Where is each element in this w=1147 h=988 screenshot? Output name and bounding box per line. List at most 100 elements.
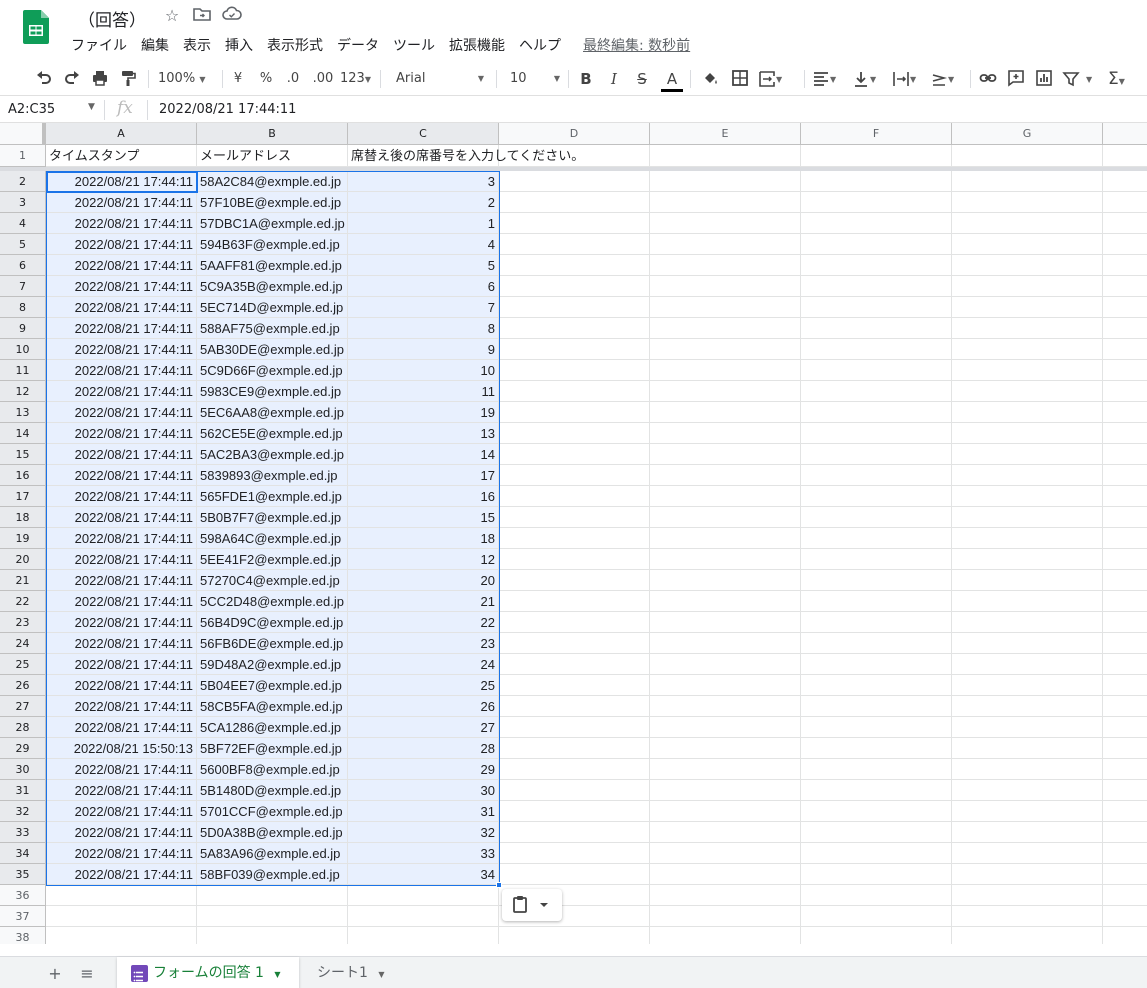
table-cell[interactable] (650, 213, 801, 234)
table-cell[interactable] (952, 843, 1103, 864)
table-cell[interactable] (952, 213, 1103, 234)
row-header[interactable]: 18 (0, 507, 46, 528)
table-cell[interactable]: 4 (348, 234, 499, 255)
table-cell[interactable]: 2022/08/21 17:44:11 (46, 843, 197, 864)
table-cell[interactable]: 11 (348, 381, 499, 402)
table-cell[interactable] (499, 171, 650, 192)
table-cell[interactable]: 21 (348, 591, 499, 612)
table-cell[interactable] (650, 906, 801, 927)
formula-input[interactable]: 2022/08/21 17:44:11 (159, 102, 296, 117)
table-cell[interactable] (801, 549, 952, 570)
table-cell[interactable] (952, 864, 1103, 885)
table-cell[interactable] (801, 381, 952, 402)
table-cell[interactable]: 58CB5FA@exmple.ed.jp (197, 696, 348, 717)
table-cell[interactable] (499, 528, 650, 549)
table-cell[interactable] (650, 318, 801, 339)
column-header-partial[interactable] (1103, 123, 1147, 145)
table-cell[interactable] (348, 885, 499, 906)
table-cell[interactable] (499, 465, 650, 486)
table-cell[interactable] (1103, 423, 1147, 444)
header-cell[interactable]: メールアドレス (197, 145, 348, 167)
table-cell[interactable]: 20 (348, 570, 499, 591)
row-header[interactable]: 1 (0, 145, 46, 167)
table-cell[interactable] (499, 633, 650, 654)
table-cell[interactable] (801, 822, 952, 843)
table-cell[interactable]: 10 (348, 360, 499, 381)
bold-button[interactable]: B (576, 69, 596, 89)
table-cell[interactable]: 594B63F@exmple.ed.jp (197, 234, 348, 255)
table-cell[interactable] (952, 318, 1103, 339)
table-cell[interactable] (801, 843, 952, 864)
table-cell[interactable] (499, 927, 650, 944)
table-cell[interactable] (650, 885, 801, 906)
table-cell[interactable] (650, 864, 801, 885)
table-cell[interactable] (650, 360, 801, 381)
table-cell[interactable]: 5D0A38B@exmple.ed.jp (197, 822, 348, 843)
row-header[interactable]: 19 (0, 528, 46, 549)
sheets-logo-icon[interactable] (23, 10, 49, 44)
table-cell[interactable] (499, 570, 650, 591)
row-header[interactable]: 32 (0, 801, 46, 822)
row-header[interactable]: 9 (0, 318, 46, 339)
row-header[interactable]: 12 (0, 381, 46, 402)
table-cell[interactable] (499, 486, 650, 507)
table-cell[interactable] (801, 465, 952, 486)
header-cell[interactable]: 席替え後の席番号を入力してください。 (348, 145, 584, 167)
table-cell[interactable]: 9 (348, 339, 499, 360)
table-cell[interactable]: 5A83A96@exmple.ed.jp (197, 843, 348, 864)
menu-insert[interactable]: 挿入 (225, 35, 253, 55)
table-cell[interactable] (650, 255, 801, 276)
table-cell[interactable]: 2022/08/21 17:44:11 (46, 528, 197, 549)
column-header-g[interactable]: G (952, 123, 1103, 145)
table-cell[interactable] (499, 255, 650, 276)
table-cell[interactable] (1103, 906, 1147, 927)
table-cell[interactable] (952, 276, 1103, 297)
table-cell[interactable] (801, 360, 952, 381)
table-cell[interactable] (952, 528, 1103, 549)
row-header[interactable]: 13 (0, 402, 46, 423)
table-cell[interactable] (1103, 318, 1147, 339)
table-cell[interactable]: 56B4D9C@exmple.ed.jp (197, 612, 348, 633)
table-cell[interactable] (952, 423, 1103, 444)
table-cell[interactable]: 58BF039@exmple.ed.jp (197, 864, 348, 885)
table-cell[interactable]: 2022/08/21 17:44:11 (46, 360, 197, 381)
table-cell[interactable]: 2022/08/21 17:44:11 (46, 822, 197, 843)
table-cell[interactable] (952, 465, 1103, 486)
table-cell[interactable] (952, 381, 1103, 402)
table-cell[interactable] (801, 276, 952, 297)
row-header[interactable]: 5 (0, 234, 46, 255)
table-cell[interactable] (952, 612, 1103, 633)
table-cell[interactable] (1103, 864, 1147, 885)
table-cell[interactable]: 5B1480D@exmple.ed.jp (197, 780, 348, 801)
text-wrap-icon[interactable]: ▼ (892, 69, 926, 89)
table-cell[interactable]: 2022/08/21 17:44:11 (46, 864, 197, 885)
table-cell[interactable] (197, 885, 348, 906)
table-cell[interactable] (499, 507, 650, 528)
font-select[interactable]: Arial ▼ (396, 69, 488, 89)
sheet-tab-sheet1[interactable]: シート1 ▼ (307, 957, 399, 988)
table-cell[interactable] (801, 864, 952, 885)
table-cell[interactable] (499, 444, 650, 465)
table-cell[interactable] (650, 843, 801, 864)
more-formats-button[interactable]: 123▼ (340, 69, 374, 89)
table-cell[interactable] (1103, 696, 1147, 717)
table-cell[interactable] (952, 549, 1103, 570)
table-cell[interactable]: 5B0B7F7@exmple.ed.jp (197, 507, 348, 528)
percent-format-button[interactable]: % (258, 69, 274, 89)
table-cell[interactable] (1103, 360, 1147, 381)
table-cell[interactable]: 2022/08/21 17:44:11 (46, 759, 197, 780)
table-cell[interactable]: 18 (348, 528, 499, 549)
table-cell[interactable]: 2022/08/21 15:50:13 (46, 738, 197, 759)
row-header[interactable]: 3 (0, 192, 46, 213)
table-cell[interactable] (1103, 570, 1147, 591)
table-cell[interactable]: 1 (348, 213, 499, 234)
table-cell[interactable]: 32 (348, 822, 499, 843)
table-cell[interactable]: 2022/08/21 17:44:11 (46, 633, 197, 654)
table-cell[interactable]: 2022/08/21 17:44:11 (46, 192, 197, 213)
table-cell[interactable] (801, 738, 952, 759)
table-cell[interactable]: 5701CCF@exmple.ed.jp (197, 801, 348, 822)
font-size-select[interactable]: 10 ▼ (510, 69, 562, 89)
table-cell[interactable] (650, 801, 801, 822)
table-cell[interactable] (952, 591, 1103, 612)
table-cell[interactable]: 34 (348, 864, 499, 885)
